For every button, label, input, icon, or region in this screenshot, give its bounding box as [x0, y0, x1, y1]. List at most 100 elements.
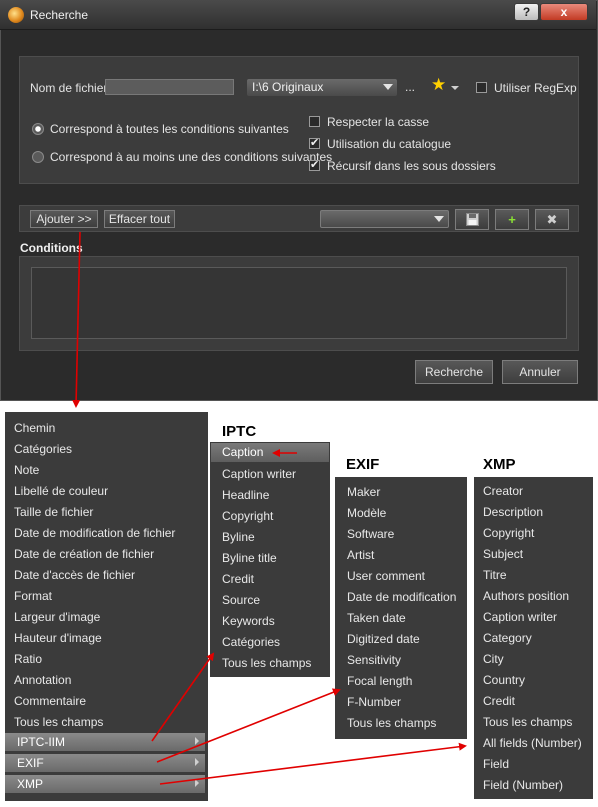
conditions-heading: Conditions: [20, 241, 83, 255]
menu-item[interactable]: Maker: [347, 485, 380, 499]
xmp-heading: XMP: [483, 456, 516, 473]
menu-item[interactable]: Tous les champs: [347, 716, 436, 730]
close-window-button[interactable]: x: [540, 3, 588, 21]
chevron-right-icon: [195, 737, 199, 745]
menu-item[interactable]: Taille de fichier: [14, 505, 93, 519]
menu-item[interactable]: Modèle: [347, 506, 386, 520]
menu-item[interactable]: Caption writer: [222, 467, 296, 481]
menu-item[interactable]: Tous les champs: [222, 656, 311, 670]
match-any-label: Correspond à au moins une des conditions…: [50, 150, 333, 164]
menu-item[interactable]: Artist: [347, 548, 374, 562]
regexp-checkbox[interactable]: [476, 82, 487, 93]
menu-item[interactable]: Annotation: [14, 673, 71, 687]
menu-item[interactable]: Ratio: [14, 652, 42, 666]
menu-item[interactable]: Date de modification: [347, 590, 456, 604]
menu-item[interactable]: Catégories: [14, 442, 72, 456]
menu-item-highlighted[interactable]: Caption: [211, 443, 329, 462]
conditions-list[interactable]: [31, 267, 567, 339]
menu-item[interactable]: Credit: [483, 694, 515, 708]
clear-all-button[interactable]: Effacer tout: [104, 210, 175, 228]
menu-item[interactable]: Note: [14, 463, 39, 477]
menu-item[interactable]: Source: [222, 593, 260, 607]
plus-icon: +: [508, 212, 516, 227]
recursive-checkbox[interactable]: ✔: [309, 160, 320, 171]
menu-item[interactable]: Focal length: [347, 674, 412, 688]
menu-item[interactable]: Copyright: [222, 509, 273, 523]
menu-item[interactable]: Creator: [483, 484, 523, 498]
menu-item[interactable]: Field: [483, 757, 509, 771]
title-bar[interactable]: [0, 0, 596, 30]
menu-item[interactable]: Tous les champs: [14, 715, 103, 729]
app-logo-icon: [8, 7, 24, 23]
match-any-radio[interactable]: [32, 151, 44, 163]
menu-item[interactable]: Description: [483, 505, 543, 519]
menu-item[interactable]: Catégories: [222, 635, 280, 649]
xmp-menu: Creator Description Copyright Subject Ti…: [474, 477, 593, 799]
menu-item[interactable]: Date de modification de fichier: [14, 526, 175, 540]
filename-input[interactable]: [105, 79, 234, 95]
close-icon: ✖: [546, 212, 558, 227]
menu-item[interactable]: Caption writer: [483, 610, 557, 624]
browse-button[interactable]: ...: [405, 80, 415, 94]
menu-item[interactable]: Authors position: [483, 589, 569, 603]
add-preset-button[interactable]: +: [495, 209, 529, 230]
menu-item[interactable]: Chemin: [14, 421, 55, 435]
submenu-iptc[interactable]: IPTC-IIM: [5, 733, 205, 751]
menu-item[interactable]: Copyright: [483, 526, 534, 540]
path-select[interactable]: I:\6 Originaux: [247, 79, 397, 96]
menu-item[interactable]: Category: [483, 631, 532, 645]
use-catalog-checkbox[interactable]: ✔: [309, 138, 320, 149]
menu-item[interactable]: Country: [483, 673, 525, 687]
menu-item[interactable]: Libellé de couleur: [14, 484, 108, 498]
menu-item[interactable]: Software: [347, 527, 394, 541]
menu-item[interactable]: Headline: [222, 488, 269, 502]
menu-item[interactable]: Date de création de fichier: [14, 547, 154, 561]
menu-item[interactable]: Commentaire: [14, 694, 86, 708]
iptc-heading: IPTC: [222, 423, 257, 440]
save-preset-button[interactable]: [455, 209, 489, 230]
menu-item[interactable]: City: [483, 652, 504, 666]
cancel-button[interactable]: Annuler: [502, 360, 578, 384]
submenu-exif[interactable]: EXIF: [5, 754, 205, 772]
menu-item[interactable]: Titre: [483, 568, 507, 582]
submenu-label: EXIF: [17, 756, 44, 770]
menu-item[interactable]: Digitized date: [347, 632, 420, 646]
menu-item[interactable]: Keywords: [222, 614, 275, 628]
regexp-label: Utiliser RegExp: [494, 81, 577, 95]
menu-item[interactable]: F-Number: [347, 695, 401, 709]
menu-item[interactable]: Byline title: [222, 551, 277, 565]
delete-preset-button[interactable]: ✖: [535, 209, 569, 230]
match-case-checkbox[interactable]: [309, 116, 320, 127]
submenu-label: IPTC-IIM: [17, 735, 65, 749]
chevron-down-icon: [383, 84, 393, 90]
favorites-dropdown-icon[interactable]: [451, 86, 459, 90]
preset-select[interactable]: [320, 210, 449, 228]
star-icon[interactable]: ★: [431, 75, 446, 95]
menu-item[interactable]: User comment: [347, 569, 425, 583]
save-icon: [465, 213, 479, 226]
chevron-right-icon: [195, 779, 199, 787]
menu-item[interactable]: Hauteur d'image: [14, 631, 102, 645]
menu-item[interactable]: Taken date: [347, 611, 406, 625]
menu-item[interactable]: Credit: [222, 572, 254, 586]
path-select-value: I:\6 Originaux: [252, 80, 324, 94]
match-all-radio[interactable]: [32, 123, 44, 135]
menu-item[interactable]: Byline: [222, 530, 255, 544]
help-button[interactable]: ?: [514, 3, 539, 21]
exif-menu: Maker Modèle Software Artist User commen…: [335, 477, 467, 739]
menu-item[interactable]: Sensitivity: [347, 653, 401, 667]
exif-heading: EXIF: [346, 456, 380, 473]
menu-item[interactable]: Largeur d'image: [14, 610, 100, 624]
add-condition-button[interactable]: Ajouter >>: [30, 210, 98, 228]
chevron-down-icon: [434, 216, 444, 222]
menu-item[interactable]: Date d'accès de fichier: [14, 568, 135, 582]
menu-item-label: Caption: [222, 445, 264, 459]
menu-item[interactable]: Field (Number): [483, 778, 563, 792]
menu-item[interactable]: Format: [14, 589, 52, 603]
submenu-xmp[interactable]: XMP: [5, 775, 205, 793]
menu-item[interactable]: All fields (Number): [483, 736, 582, 750]
menu-item[interactable]: Tous les champs: [483, 715, 572, 729]
menu-item[interactable]: Subject: [483, 547, 523, 561]
recursive-label: Récursif dans les sous dossiers: [327, 159, 496, 173]
search-button[interactable]: Recherche: [415, 360, 493, 384]
